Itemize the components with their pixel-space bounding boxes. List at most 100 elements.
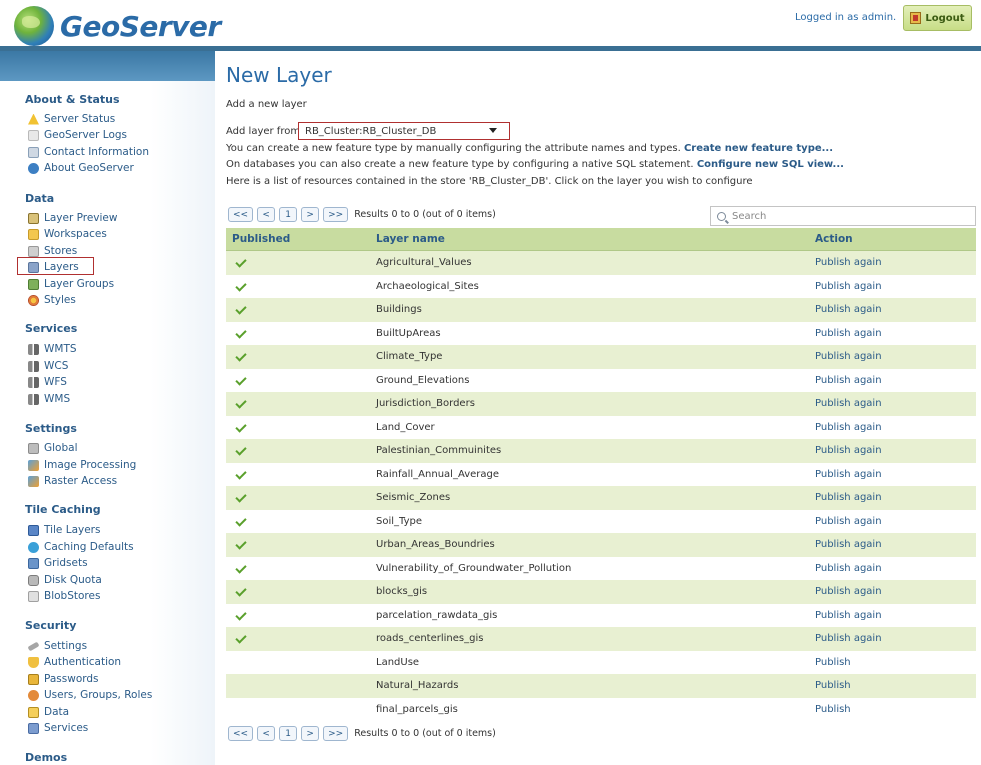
table-row[interactable]: Buildings Publish again [226,298,976,322]
sidebar-item-about-geoserver[interactable]: About GeoServer [28,161,134,175]
sidebar-item-stores[interactable]: Stores [28,244,77,258]
published-cell [226,585,372,597]
geoserver-logo[interactable]: GeoServer [14,6,221,46]
sidebar-item-security-settings[interactable]: Settings [27,639,87,653]
table-row[interactable]: Palestinian_Commuinites Publish again [226,439,976,463]
layer-preview-icon [28,212,39,224]
sidebar-section-demos[interactable]: Demos [25,751,67,764]
sidebar-item-tile-layers[interactable]: Tile Layers [28,523,100,537]
column-header-layer-name[interactable]: Layer name [372,233,813,245]
sidebar-item-layer-groups[interactable]: Layer Groups [28,277,114,291]
table-row[interactable]: Seismic_Zones Publish again [226,486,976,510]
table-row[interactable]: blocks_gis Publish again [226,580,976,604]
publish-action-link[interactable]: Publish [813,704,976,715]
publish-action-link[interactable]: Publish again [813,422,976,433]
sidebar-item-image-processing[interactable]: Image Processing [28,458,136,472]
store-select[interactable]: RB_Cluster:RB_Cluster_DB [298,122,510,140]
sidebar-item-security-services[interactable]: Services [28,721,88,735]
publish-action-link[interactable]: Publish again [813,351,976,362]
last-page-button[interactable]: >> [323,207,349,222]
table-row[interactable]: Agricultural_Values Publish again [226,251,976,275]
sidebar-item-global[interactable]: Global [28,441,78,455]
publish-action-link[interactable]: Publish again [813,516,976,527]
sidebar-item-users-groups-roles[interactable]: Users, Groups, Roles [28,688,152,702]
disk-icon [28,574,39,586]
create-feature-type-link[interactable]: Create new feature type... [684,143,833,154]
page-number-button[interactable]: 1 [279,207,298,222]
sidebar-item-contact-information[interactable]: Contact Information [28,145,149,159]
sidebar-item-raster-access[interactable]: Raster Access [28,474,117,488]
search-placeholder: Search [732,210,767,222]
table-row[interactable]: Climate_Type Publish again [226,345,976,369]
table-row[interactable]: Rainfall_Annual_Average Publish again [226,463,976,487]
publish-action-link[interactable]: Publish again [813,586,976,597]
table-row[interactable]: Land_Cover Publish again [226,416,976,440]
first-page-button[interactable]: << [228,726,254,741]
table-row[interactable]: Archaeological_Sites Publish again [226,275,976,299]
table-row[interactable]: roads_centerlines_gis Publish again [226,627,976,651]
sidebar-item-caching-defaults[interactable]: Caching Defaults [28,540,134,554]
last-page-button[interactable]: >> [323,726,349,741]
sidebar-item-layer-preview[interactable]: Layer Preview [28,211,118,225]
next-page-button[interactable]: > [301,726,320,741]
table-row[interactable]: parcelation_rawdata_gis Publish again [226,604,976,628]
table-row[interactable]: Jurisdiction_Borders Publish again [226,392,976,416]
publish-action-link[interactable]: Publish again [813,328,976,339]
publish-action-link[interactable]: Publish again [813,304,976,315]
publish-action-link[interactable]: Publish again [813,375,976,386]
results-count: Results 0 to 0 (out of 0 items) [354,209,496,220]
layer-name-cell: Natural_Hazards [376,680,459,692]
pager-top: << < 1 > >> Results 0 to 0 (out of 0 ite… [228,207,496,222]
store-icon [28,245,39,257]
publish-action-link[interactable]: Publish again [813,257,976,268]
checkmark-icon [235,444,247,456]
logout-button[interactable]: Logout [903,5,972,31]
next-page-button[interactable]: > [301,207,320,222]
first-page-button[interactable]: << [228,207,254,222]
sidebar-item-workspaces[interactable]: Workspaces [28,227,107,241]
prev-page-button[interactable]: < [257,726,276,741]
sidebar-item-geoserver-logs[interactable]: GeoServer Logs [28,128,127,142]
publish-action-link[interactable]: Publish again [813,445,976,456]
sidebar-item-security-data[interactable]: Data [28,705,69,719]
table-row[interactable]: Ground_Elevations Publish again [226,369,976,393]
publish-action-link[interactable]: Publish again [813,492,976,503]
sidebar-item-server-status[interactable]: Server Status [28,112,115,126]
publish-action-link[interactable]: Publish [813,657,976,668]
publish-action-link[interactable]: Publish again [813,281,976,292]
publish-action-link[interactable]: Publish [813,680,976,691]
sidebar-item-wms[interactable]: WMS [28,392,70,406]
sidebar-item-wmts[interactable]: WMTS [28,342,77,356]
sidebar-item-disk-quota[interactable]: Disk Quota [28,573,102,587]
published-cell [226,515,372,527]
publish-action-link[interactable]: Publish again [813,563,976,574]
table-row[interactable]: Natural_Hazards Publish [226,674,976,698]
publish-action-link[interactable]: Publish again [813,398,976,409]
prev-page-button[interactable]: < [257,207,276,222]
sidebar-item-passwords[interactable]: Passwords [28,672,99,686]
sidebar-item-blobstores[interactable]: BlobStores [28,589,100,603]
sidebar-item-wfs[interactable]: WFS [28,375,67,389]
layer-name-cell: Agricultural_Values [376,257,472,269]
publish-action-link[interactable]: Publish again [813,610,976,621]
logout-icon [910,12,922,24]
layer-name-cell: Seismic_Zones [376,492,451,504]
publish-action-link[interactable]: Publish again [813,539,976,550]
column-header-action[interactable]: Action [813,233,976,245]
publish-action-link[interactable]: Publish again [813,633,976,644]
table-row[interactable]: Urban_Areas_Boundries Publish again [226,533,976,557]
table-row[interactable]: LandUse Publish [226,651,976,675]
table-row[interactable]: Soil_Type Publish again [226,510,976,534]
configure-sql-view-link[interactable]: Configure new SQL view... [697,159,844,170]
search-input[interactable]: Search [710,206,976,226]
table-row[interactable]: BuiltUpAreas Publish again [226,322,976,346]
sidebar-item-styles[interactable]: Styles [28,293,76,307]
table-row[interactable]: Vulnerability_of_Groundwater_Pollution Pu… [226,557,976,581]
sidebar-item-wcs[interactable]: WCS [28,359,68,373]
sidebar-item-authentication[interactable]: Authentication [28,655,121,669]
table-row[interactable]: final_parcels_gis Publish [226,698,976,722]
page-number-button[interactable]: 1 [279,726,298,741]
sidebar-item-gridsets[interactable]: Gridsets [28,556,88,570]
column-header-published[interactable]: Published [226,233,372,245]
publish-action-link[interactable]: Publish again [813,469,976,480]
